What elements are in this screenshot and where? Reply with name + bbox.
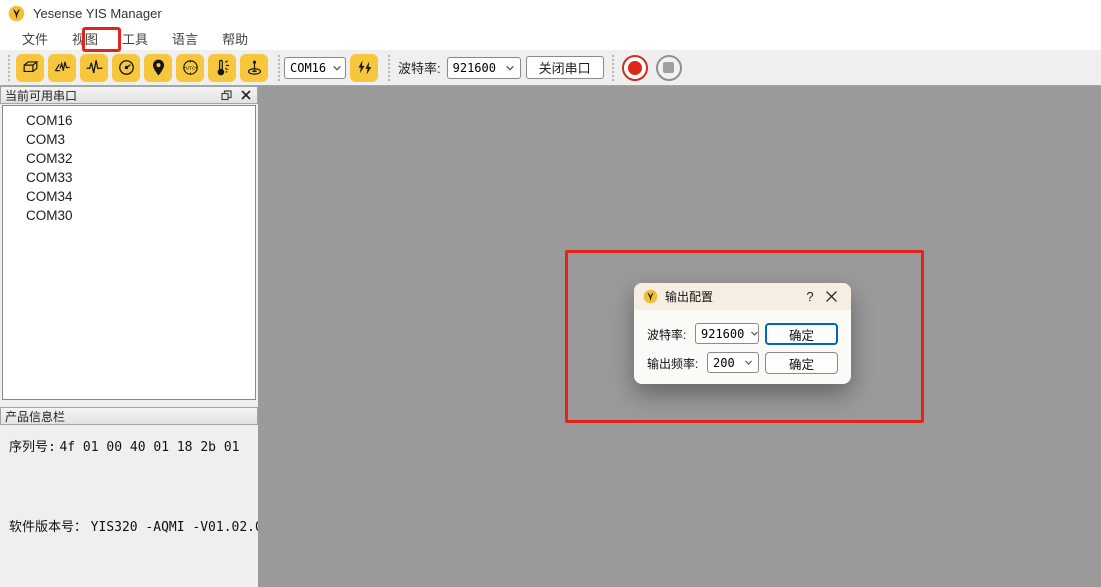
dock-panel-title: 当前可用串口 [5,87,77,104]
svg-text:UTC: UTC [185,65,195,71]
menu-tools[interactable]: 工具 [110,26,160,51]
magnetometer-button[interactable] [240,54,268,82]
menu-file[interactable]: 文件 [10,26,60,51]
attitude-wave-icon [53,58,72,77]
chevron-down-icon [326,63,342,73]
dock-panel-header: 当前可用串口 [0,86,258,104]
baud-rate-value: 921600 [453,61,496,75]
baud-rate-label: 波特率: [398,58,441,77]
chevron-down-icon [499,63,515,73]
location-pin-icon [149,58,168,77]
record-button[interactable] [622,55,648,81]
software-version-line: 软件版本号： YIS320 -AQMI -V01.02.03; [9,516,278,535]
product-info-title: 产品信息栏 [5,408,65,425]
window-title: Yesense YIS Manager [33,6,162,21]
window-titlebar: Yesense YIS Manager [0,0,1101,26]
refresh-ports-button[interactable] [350,54,378,82]
port-list-item[interactable]: COM34 [3,187,255,206]
thermometer-icon [213,58,232,77]
location-button[interactable] [144,54,172,82]
cube-3d-icon [21,58,40,77]
app-logo-icon [8,5,25,22]
record-icon [628,61,642,75]
toolbar-grip[interactable] [278,55,280,81]
gauge-icon [117,58,136,77]
software-version-label: 软件版本号： [9,520,87,535]
chevron-down-icon [744,329,759,338]
workspace: 当前可用串口 COM16 COM3 COM32 COM33 COM34 COM3… [0,86,1101,587]
menu-help[interactable]: 帮助 [210,26,260,51]
float-panel-button[interactable] [219,88,233,102]
serial-number-value: 4f 01 00 40 01 18 2b 01 [59,440,239,455]
port-select[interactable]: COM16 [284,57,346,79]
serial-port-dock-panel: 当前可用串口 COM16 COM3 COM32 COM33 COM34 COM3… [0,86,258,587]
dialog-rate-ok-button[interactable]: 确定 [765,352,838,374]
port-list-item[interactable]: COM16 [3,111,255,130]
main-canvas: 输出配置 ? 波特率: 921600 确定 输出频率: [258,86,1101,587]
port-list-item[interactable]: COM3 [3,130,255,149]
close-panel-button[interactable] [239,88,253,102]
port-list-item[interactable]: COM32 [3,149,255,168]
dialog-baud-ok-button[interactable]: 确定 [765,323,838,345]
stop-button[interactable] [656,55,682,81]
software-version-value: YIS320 -AQMI -V01.02.03; [91,520,279,535]
dialog-title: 输出配置 [665,288,713,305]
dialog-help-button[interactable]: ? [800,289,820,304]
toolbar-grip[interactable] [8,55,10,81]
available-ports-list: COM16 COM3 COM32 COM33 COM34 COM30 [2,105,256,400]
toolbar: UTC COM16 波特率: 921600 关闭串口 [0,50,1101,86]
dialog-close-button[interactable] [820,291,842,302]
stop-icon [663,62,674,73]
chevron-down-icon [738,358,753,367]
app-logo-icon [643,289,658,304]
menu-language[interactable]: 语言 [160,26,210,51]
magnetometer-probe-icon [245,58,264,77]
dialog-titlebar[interactable]: 输出配置 ? [634,283,851,310]
toolbar-grip[interactable] [388,55,390,81]
close-icon [826,291,837,302]
dialog-baud-value: 921600 [701,327,744,341]
port-list-item[interactable]: COM33 [3,168,255,187]
attitude-wave-button[interactable] [48,54,76,82]
product-info-header: 产品信息栏 [0,407,258,425]
utc-time-button[interactable]: UTC [176,54,204,82]
output-config-dialog: 输出配置 ? 波特率: 921600 确定 输出频率: [634,283,851,384]
dialog-rate-value: 200 [713,356,735,370]
port-list-item[interactable]: COM30 [3,206,255,225]
temperature-button[interactable] [208,54,236,82]
toolbar-grip[interactable] [612,55,614,81]
serial-number-label: 序列号: [9,440,56,455]
serial-number-line: 序列号: 4f 01 00 40 01 18 2b 01 [9,436,239,455]
close-serial-port-button[interactable]: 关闭串口 [526,56,604,79]
float-window-icon [221,90,232,101]
utc-clock-icon: UTC [181,58,200,77]
port-select-value: COM16 [290,61,326,75]
menu-view[interactable]: 视图 [60,26,110,51]
signal-pulse-icon [85,58,104,77]
menu-bar: 文件 视图 工具 语言 帮助 [0,26,1101,50]
signal-pulse-button[interactable] [80,54,108,82]
dialog-baud-select[interactable]: 921600 [695,323,759,344]
view-3d-button[interactable] [16,54,44,82]
lightning-bolts-icon [355,58,374,77]
dialog-rate-select[interactable]: 200 [707,352,759,373]
baud-rate-select[interactable]: 921600 [447,57,521,79]
dialog-rate-label: 输出频率: [647,355,698,372]
close-icon [241,90,251,100]
dialog-baud-label: 波特率: [647,326,686,343]
gauge-button[interactable] [112,54,140,82]
